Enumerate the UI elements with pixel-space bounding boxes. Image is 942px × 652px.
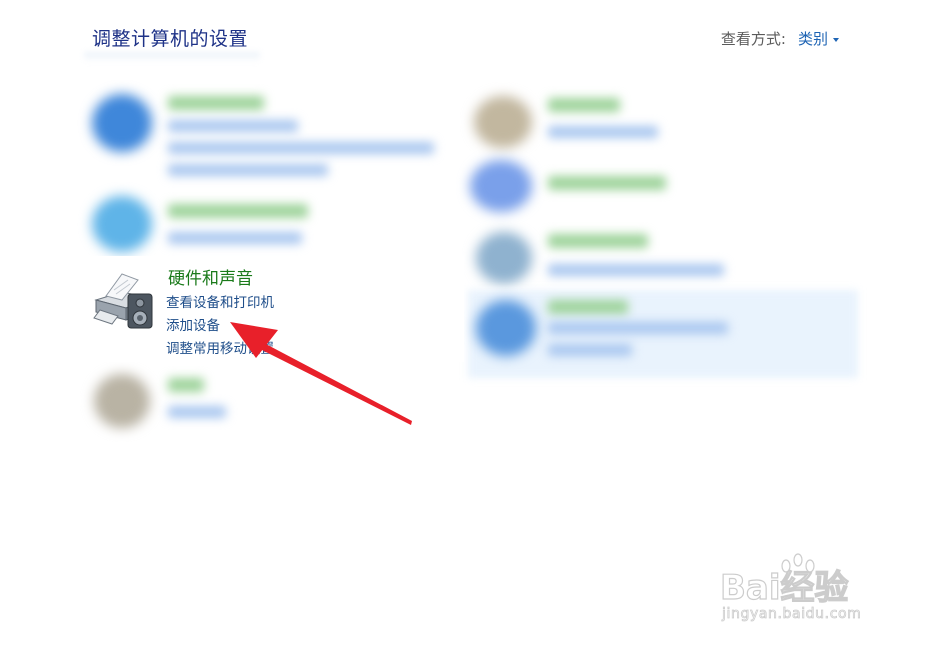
- watermark-url: jingyan.baidu.com: [722, 606, 862, 623]
- paw-logo-icon: [781, 553, 815, 573]
- arrow-shaft: [258, 342, 412, 425]
- baidu-watermark: Bai经验 jingyan.baidu.com: [719, 553, 896, 632]
